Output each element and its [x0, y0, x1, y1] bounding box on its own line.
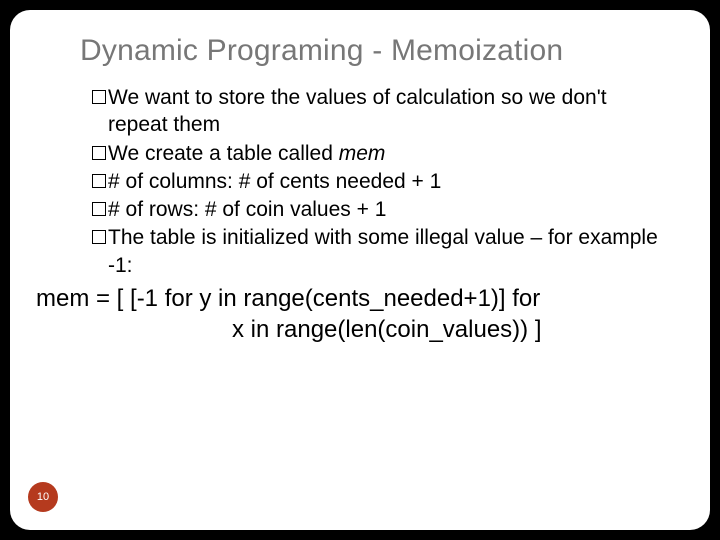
- checkbox-icon: [92, 90, 106, 104]
- list-item: We want to store the values of calculati…: [92, 84, 664, 139]
- checkbox-icon: [92, 174, 106, 188]
- slide: Dynamic Programing - Memoization We want…: [10, 10, 710, 530]
- list-item: We create a table called mem: [92, 140, 664, 167]
- bullet-text: # of columns: # of cents needed + 1: [108, 168, 664, 195]
- list-item: # of rows: # of coin values + 1: [92, 196, 664, 223]
- bullet-text: We want to store the values of calculati…: [108, 84, 664, 139]
- list-item: # of columns: # of cents needed + 1: [92, 168, 664, 195]
- list-item: The table is initialized with some illeg…: [92, 224, 664, 279]
- checkbox-icon: [92, 230, 106, 244]
- checkbox-icon: [92, 202, 106, 216]
- bullet-list: We want to store the values of calculati…: [92, 84, 664, 279]
- slide-title: Dynamic Programing - Memoization: [80, 34, 684, 68]
- code-line: mem = [ [-1 for y in range(cents_needed+…: [36, 283, 684, 314]
- code-line: x in range(len(coin_values)) ]: [36, 314, 684, 345]
- code-block: mem = [ [-1 for y in range(cents_needed+…: [36, 283, 684, 345]
- bullet-text: # of rows: # of coin values + 1: [108, 196, 664, 223]
- bullet-text: The table is initialized with some illeg…: [108, 224, 664, 279]
- page-number-badge: 10: [28, 482, 58, 512]
- checkbox-icon: [92, 146, 106, 160]
- bullet-text: We create a table called mem: [108, 140, 664, 167]
